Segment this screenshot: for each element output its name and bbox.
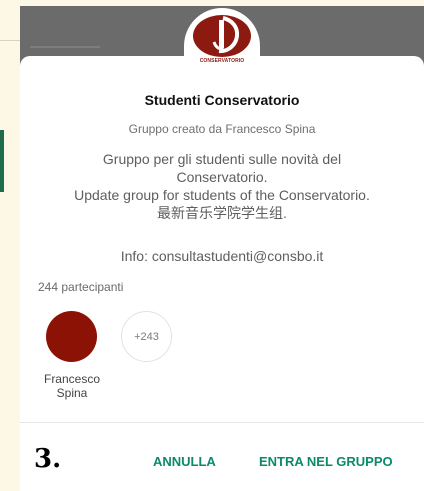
background-divider [0, 40, 20, 41]
logo-text: CONSERVATORIO [199, 58, 245, 64]
actions-divider [20, 422, 424, 423]
more-participants-badge[interactable]: +243 [121, 311, 172, 362]
description-line: 最新音乐学院学生组. [157, 205, 287, 221]
background-edge [0, 0, 20, 491]
group-title: Studenti Conservatorio [144, 92, 300, 108]
member-name: Francesco Spina [32, 372, 112, 400]
sheet-bottom [20, 474, 424, 491]
join-group-button[interactable]: ENTRA NEL GRUPPO [259, 454, 393, 469]
step-label: 3. [34, 444, 62, 474]
group-logo: CONSERVATORIO [184, 8, 260, 70]
group-creator: Gruppo creato da Francesco Spina [128, 122, 316, 136]
group-info: Info: consultastudenti@consbo.it [120, 248, 324, 264]
conservatorio-logo-icon [193, 15, 251, 57]
group-description: Gruppo per gli studenti sulle novità del… [40, 150, 404, 222]
description-line: Update group for students of the Conserv… [74, 187, 370, 203]
group-invite-sheet [20, 56, 424, 474]
member-last-name: Spina [56, 386, 88, 400]
screen: CONSERVATORIO Studenti Conservatorio Gru… [0, 0, 424, 491]
description-line: Gruppo per gli studenti sulle novità del [102, 151, 342, 167]
member-first-name: Francesco [43, 372, 101, 386]
overlay-bar [30, 46, 100, 48]
background-accent-bar [0, 130, 4, 192]
participants-count: 244 partecipanti [38, 280, 124, 294]
cancel-button[interactable]: ANNULLA [153, 454, 216, 469]
member-avatar [46, 311, 97, 362]
description-line: Conservatorio. [176, 169, 268, 185]
